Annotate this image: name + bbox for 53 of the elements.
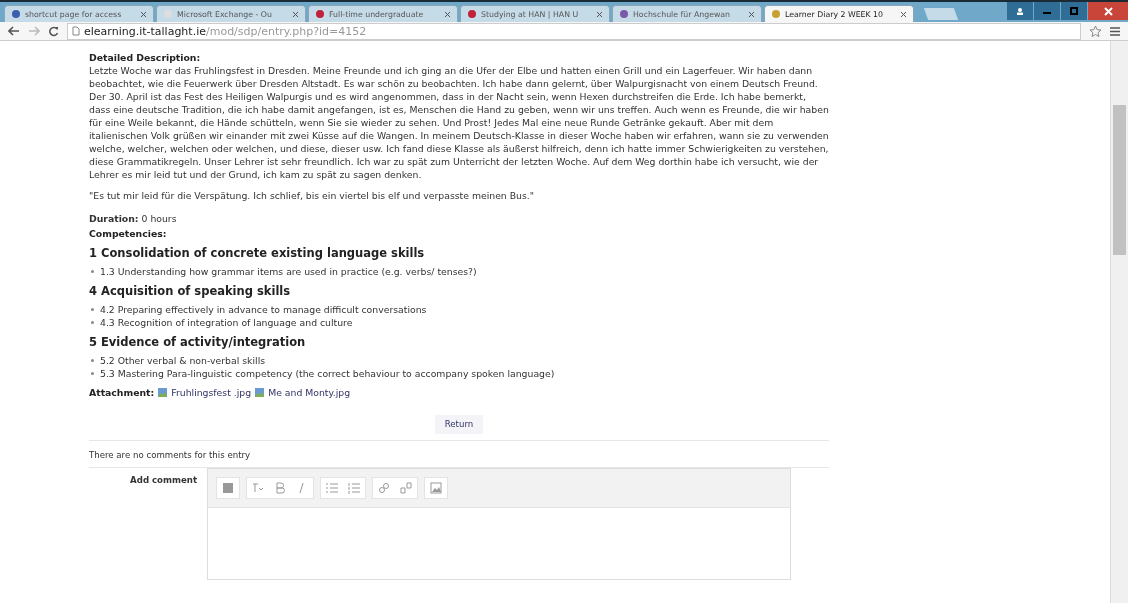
favicon-icon xyxy=(315,9,325,19)
page-icon xyxy=(72,26,80,36)
close-icon[interactable] xyxy=(444,10,451,18)
return-button[interactable]: Return xyxy=(434,415,484,434)
image-file-icon xyxy=(255,388,265,397)
description-text: Letzte Woche war das Fruhlingsfest in Dresden. Meine Freunde und ich ging an die Ufer der Elbe und hatten einen Grill und ein Lagerfeuer. Wir haben dann beobachtet, wie die Feuerwerk über Dresden Altstadt. Es war schön zu beobachten. Ich habe dann gelernt, über Walpurgisnacht von einem Deutsch Freund. Der 30. April ist das Fest des Heiligen Walpurgis und es wird angenommen, dass in der Nacht sein, wenn Hexen durchstreifen die Erde. Ich habe bemerkt, dass eine deutsche Tradition, die ich habe damit angefangen, ist es, Menschen die Hand zu geben, wenn wir uns treffen. Auch wenn es Freunde, die wir haben für eine Weile bekannt, die Hände schütteln, wenn Sie sie wieder zu sehen. Und Prost! Jedes Mal eine neue Runde Getränke gekauft. Aber mit dem italienischen Volk grüßen wir einander mit zwei Küsse auf die Wangen. In meinem Deutsch-Klasse in dieser Woche haben wir erfahren, wann sie zu verwenden welche, welcher, welchen oder welchen, und diese, dieser usw. Ich fand diese Klasse als äußerst hilfreich, denn ich hatte immer Schwierigkeiten zu verstehen, diese Grammatikregeln. Unser Lehrer ist sehr freundlich. Ich war zu spät zum Unterricht der letzten Woche. Auf dem Weg dorthin habe ich versucht, wie der Lehrer es mir leid tut und der Grund, ich kam zu spät zu sagen denken. xyxy=(89,64,829,181)
close-button[interactable] xyxy=(1088,2,1128,20)
forward-icon[interactable] xyxy=(28,26,40,36)
maximize-button[interactable] xyxy=(1061,2,1087,20)
competency-item: 5.3 Mastering Para-linguistic competency (the correct behaviour to accompany spoken language) xyxy=(100,367,555,380)
no-comments-text: There are no comments for this entry xyxy=(89,449,252,462)
bullet-icon xyxy=(91,270,94,273)
attachment-label: Attachment: xyxy=(89,386,155,399)
quote-text: "Es tut mir leid für die Verspätung. Ich schlief, bis ein viertel bis elf und verpasste meinen Bus." xyxy=(89,189,536,202)
favicon-icon xyxy=(771,9,781,19)
address-bar[interactable]: elearning.it-tallaght.ie/mod/sdp/entry.php?id=4152 xyxy=(67,22,1081,40)
competency-item: 1.3 Understanding how grammar items are used in practice (e.g. verbs/ tenses?) xyxy=(100,265,477,278)
favicon-icon xyxy=(619,9,629,19)
image-file-icon xyxy=(158,388,168,397)
menu-icon[interactable] xyxy=(1110,26,1120,36)
attachment-link[interactable]: Fruhlingsfest .jpg xyxy=(171,386,252,399)
user-button[interactable] xyxy=(1007,2,1033,20)
back-icon[interactable] xyxy=(8,26,20,36)
competency-heading: 5 Evidence of activity/integration xyxy=(89,335,307,350)
close-icon[interactable] xyxy=(140,10,147,18)
competencies-label: Competencies: xyxy=(89,227,168,240)
attachment-link[interactable]: Me and Monty.jpg xyxy=(268,386,351,399)
scrollbar[interactable] xyxy=(1110,41,1128,603)
competency-heading: 4 Acquisition of speaking skills xyxy=(89,284,292,299)
bullet-icon xyxy=(91,308,94,311)
add-comment-label: Add comment xyxy=(129,474,197,487)
person-icon xyxy=(1016,7,1024,15)
duration-text: Duration: 0 hours xyxy=(89,212,178,225)
competency-item: 5.2 Other verbal & non-verbal skills xyxy=(100,354,266,367)
close-icon[interactable] xyxy=(292,10,299,18)
reload-icon[interactable] xyxy=(48,25,59,37)
description-label: Detailed Description: xyxy=(89,51,202,64)
bullet-icon xyxy=(91,372,94,375)
bullet-icon xyxy=(91,359,94,362)
competency-heading: 1 Consolidation of concrete existing language skills xyxy=(89,246,426,261)
maximize-icon xyxy=(1070,7,1078,15)
new-tab-button[interactable] xyxy=(923,8,959,20)
bullet-icon xyxy=(91,321,94,324)
close-icon[interactable] xyxy=(900,10,907,18)
competency-item: 4.3 Recognition of integration of language and culture xyxy=(100,316,353,329)
close-icon xyxy=(1103,6,1113,16)
star-icon[interactable] xyxy=(1089,24,1102,38)
favicon-icon xyxy=(11,9,21,19)
close-icon[interactable] xyxy=(748,10,755,18)
favicon-icon xyxy=(467,9,477,19)
minimize-button[interactable] xyxy=(1034,2,1060,20)
close-icon[interactable] xyxy=(596,10,603,18)
competency-item: 4.2 Preparing effectively in advance to manage difficult conversations xyxy=(100,303,427,316)
